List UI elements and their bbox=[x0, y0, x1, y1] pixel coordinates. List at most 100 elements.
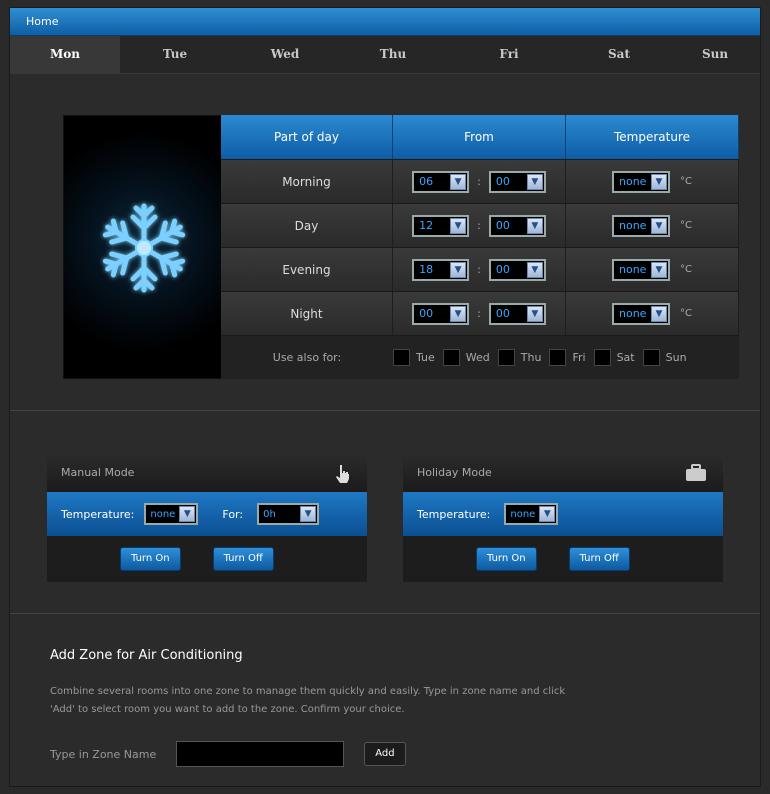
hour-select[interactable]: 06 ▼ bbox=[412, 170, 470, 193]
tab-fri[interactable]: Fri bbox=[454, 36, 564, 74]
minute-select[interactable]: 00 ▼ bbox=[488, 170, 546, 193]
hour-select[interactable]: 18 ▼ bbox=[412, 258, 470, 281]
snowflake-icon bbox=[94, 203, 194, 298]
checkbox-sun[interactable] bbox=[642, 349, 660, 366]
hour-value: 00 bbox=[419, 307, 434, 320]
hour-select[interactable]: 12 ▼ bbox=[412, 214, 470, 237]
minute-select[interactable]: 00 ▼ bbox=[488, 258, 546, 281]
part-label: Evening bbox=[221, 248, 393, 291]
tab-mon[interactable]: Mon bbox=[10, 36, 120, 74]
minute-value: 00 bbox=[495, 219, 510, 232]
chevron-down-icon: ▼ bbox=[450, 217, 467, 234]
tab-wed[interactable]: Wed bbox=[230, 36, 340, 74]
minute-value: 00 bbox=[495, 307, 510, 320]
temperature-select[interactable]: none ▼ bbox=[612, 302, 670, 325]
zone-name-input[interactable] bbox=[176, 741, 345, 767]
checkbox-tue[interactable] bbox=[393, 349, 410, 366]
hand-pointer-icon bbox=[336, 465, 349, 483]
manual-mode-actions: Turn On Turn Off bbox=[47, 536, 367, 582]
day-label: Thu bbox=[520, 351, 542, 364]
add-zone-button[interactable]: Add bbox=[364, 742, 406, 766]
checkbox-thu[interactable] bbox=[497, 349, 515, 366]
temp-cell: none ▼ °C bbox=[566, 292, 739, 335]
chevron-down-icon: ▼ bbox=[179, 506, 196, 522]
use-also-row: Use also for: Tue Wed Thu Fri Sat Sun bbox=[221, 335, 739, 379]
minute-select[interactable]: 00 ▼ bbox=[488, 214, 546, 237]
divider bbox=[10, 613, 760, 614]
chevron-down-icon: ▼ bbox=[450, 305, 467, 322]
hour-value: 18 bbox=[419, 263, 434, 276]
tab-thu[interactable]: Thu bbox=[338, 36, 448, 74]
schedule-table: Part of day From Temperature Morning 06 ▼… bbox=[221, 115, 739, 379]
manual-mode-controls: Temperature: none ▼ For: 0h ▼ bbox=[47, 492, 367, 536]
temperature-value: none bbox=[150, 508, 176, 520]
temperature-value: none bbox=[619, 219, 647, 232]
temperature-select[interactable]: none ▼ bbox=[612, 214, 670, 237]
from-cell: 06 ▼ : 00 ▼ bbox=[393, 160, 566, 203]
table-row: Night 00 ▼ : 00 ▼ none ▼ °C bbox=[221, 291, 739, 335]
unit-label: °C bbox=[680, 176, 692, 187]
checkbox-fri[interactable] bbox=[549, 349, 567, 366]
holiday-mode-actions: Turn On Turn Off bbox=[403, 536, 723, 582]
holiday-mode-title: Holiday Mode bbox=[417, 466, 492, 479]
use-also-days: Tue Wed Thu Fri Sat Sun bbox=[393, 336, 739, 379]
use-also-fri: Fri bbox=[549, 349, 586, 366]
checkbox-sat[interactable] bbox=[593, 349, 611, 366]
temperature-select[interactable]: none ▼ bbox=[612, 170, 670, 193]
temperature-value: none bbox=[510, 508, 536, 520]
add-zone-description: Combine several rooms into one zone to m… bbox=[50, 686, 566, 715]
chevron-down-icon: ▼ bbox=[526, 173, 543, 190]
time-separator: : bbox=[477, 219, 481, 232]
day-label: Wed bbox=[465, 351, 490, 364]
time-separator: : bbox=[477, 175, 481, 188]
table-row: Morning 06 ▼ : 00 ▼ none ▼ °C bbox=[221, 159, 739, 203]
add-zone-section: Add Zone for Air Conditioning Combine se… bbox=[50, 648, 730, 767]
chevron-down-icon: ▼ bbox=[450, 173, 467, 190]
holiday-turn-off-button[interactable]: Turn Off bbox=[568, 547, 630, 571]
temperature-label: Temperature: bbox=[61, 507, 135, 521]
tab-sat[interactable]: Sat bbox=[564, 36, 674, 74]
minute-value: 00 bbox=[495, 175, 510, 188]
chevron-down-icon: ▼ bbox=[651, 217, 667, 234]
from-cell: 18 ▼ : 00 ▼ bbox=[393, 248, 566, 291]
holiday-turn-on-button[interactable]: Turn On bbox=[476, 547, 537, 571]
manual-turn-off-button[interactable]: Turn Off bbox=[212, 547, 274, 571]
table-row: Day 12 ▼ : 00 ▼ none ▼ °C bbox=[221, 203, 739, 247]
use-also-thu: Thu bbox=[497, 349, 542, 366]
manual-turn-on-button[interactable]: Turn On bbox=[120, 547, 181, 571]
day-label: Sun bbox=[665, 351, 687, 364]
table-row: Evening 18 ▼ : 00 ▼ none ▼ °C bbox=[221, 247, 739, 291]
manual-mode-title: Manual Mode bbox=[61, 466, 135, 479]
header-part-of-day: Part of day bbox=[221, 115, 393, 159]
temperature-select[interactable]: none ▼ bbox=[612, 258, 670, 281]
from-cell: 12 ▼ : 00 ▼ bbox=[393, 204, 566, 247]
checkbox-wed[interactable] bbox=[442, 349, 460, 366]
part-label: Morning bbox=[221, 160, 393, 203]
for-label: For: bbox=[222, 507, 244, 521]
suitcase-icon bbox=[686, 464, 706, 481]
app-frame: Home Mon Tue Wed Thu Fri Sat Sun Part of… bbox=[9, 7, 761, 787]
manual-mode-panel: Manual Mode Temperature: none ▼ For: 0h ▼ … bbox=[47, 454, 367, 582]
table-header: Part of day From Temperature bbox=[221, 115, 739, 159]
manual-temperature-select[interactable]: none ▼ bbox=[144, 503, 199, 525]
chevron-down-icon: ▼ bbox=[450, 261, 467, 278]
header-temperature: Temperature bbox=[566, 115, 739, 159]
chevron-down-icon: ▼ bbox=[539, 506, 556, 522]
use-also-wed: Wed bbox=[442, 349, 490, 366]
minute-select[interactable]: 00 ▼ bbox=[488, 302, 546, 325]
chevron-down-icon: ▼ bbox=[651, 305, 667, 322]
temp-cell: none ▼ °C bbox=[566, 248, 739, 291]
duration-select[interactable]: 0h ▼ bbox=[257, 503, 320, 525]
hour-value: 12 bbox=[419, 219, 434, 232]
temp-cell: none ▼ °C bbox=[566, 160, 739, 203]
holiday-temperature-select[interactable]: none ▼ bbox=[504, 503, 559, 525]
add-zone-heading: Add Zone for Air Conditioning bbox=[50, 648, 243, 663]
time-separator: : bbox=[477, 307, 481, 320]
tab-sun[interactable]: Sun bbox=[668, 36, 760, 74]
from-cell: 00 ▼ : 00 ▼ bbox=[393, 292, 566, 335]
tab-tue[interactable]: Tue bbox=[120, 36, 230, 74]
hour-select[interactable]: 00 ▼ bbox=[412, 302, 470, 325]
temperature-label: Temperature: bbox=[417, 507, 491, 521]
title-bar: Home bbox=[10, 8, 760, 36]
use-also-label: Use also for: bbox=[221, 336, 393, 379]
